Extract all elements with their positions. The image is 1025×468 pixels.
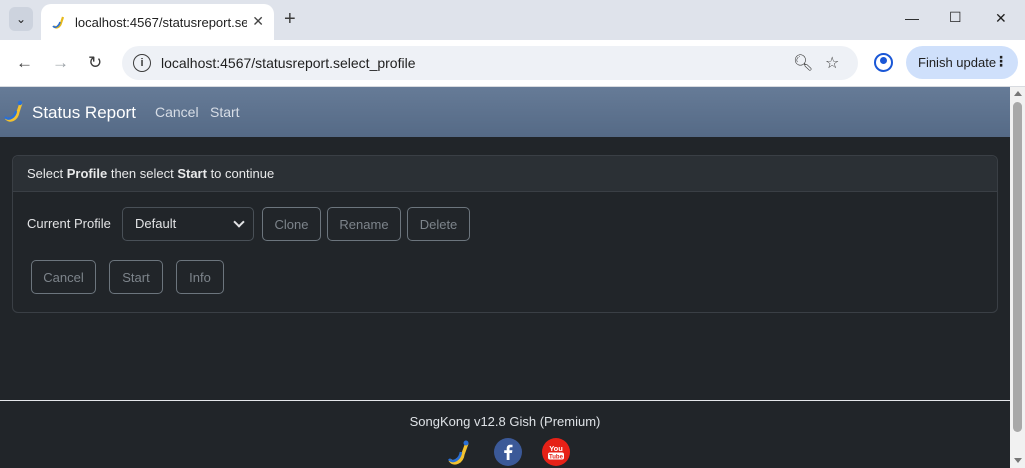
maximize-icon[interactable]: ☐ [949,9,962,26]
youtube-icon[interactable]: You Tube [542,438,570,466]
scroll-thumb[interactable] [1013,102,1022,432]
address-url[interactable]: localhost:4567/statusreport.select_profi… [161,55,415,71]
info-button[interactable]: Info [176,260,224,294]
header-profile-word: Profile [66,166,108,181]
new-tab-icon[interactable]: + [284,8,296,30]
zoom-icon[interactable]: 🔍︎ [793,53,813,73]
songkong-favicon-icon [52,16,65,29]
reload-icon[interactable]: ↻ [88,53,102,73]
more-menu-icon: ⋮ [994,53,1008,69]
profile-select[interactable]: Default [122,207,254,241]
tab-title: localhost:4567/statusreport.sele [75,14,247,30]
scroll-down-icon[interactable] [1014,458,1022,463]
facebook-icon[interactable] [494,438,522,466]
start-button[interactable]: Start [109,260,163,294]
card-header: Select Profile then select Start to cont… [13,156,997,192]
brand-title[interactable]: Status Report [32,103,136,123]
finish-update-button[interactable]: Finish update ⋮ [906,46,1018,79]
header-text-3: to continue [206,166,275,181]
tab-search-chevron-icon[interactable]: ⌄ [9,7,33,31]
rename-button[interactable]: Rename [327,207,401,241]
profile-select-value: Default [135,216,177,231]
delete-button[interactable]: Delete [407,207,470,241]
cancel-button[interactable]: Cancel [31,260,96,294]
app-navbar: Status Report Cancel Start [0,87,1010,137]
current-profile-label: Current Profile [27,216,111,231]
browser-toolbar: ← → ↻ i localhost:4567/statusreport.sele… [0,40,1025,87]
nav-cancel-link[interactable]: Cancel [155,104,199,120]
profile-icon[interactable] [874,53,893,72]
scroll-up-icon[interactable] [1014,91,1022,96]
tab-close-icon[interactable]: ✕ [252,13,264,30]
svg-text:You: You [549,444,563,453]
bookmark-star-icon[interactable]: ☆ [825,53,839,73]
chevron-down-icon [233,216,245,228]
header-start-word: Start [177,166,207,181]
address-bar[interactable]: i localhost:4567/statusreport.select_pro… [122,46,858,80]
close-window-icon[interactable]: ✕ [995,10,1007,27]
page-scrollbar[interactable] [1010,87,1025,468]
footer-version: SongKong v12.8 Gish (Premium) [409,414,601,429]
back-icon[interactable]: ← [16,53,33,73]
browser-tab-bar: ⌄ localhost:4567/statusreport.sele ✕ + —… [0,0,1025,40]
clone-button[interactable]: Clone [262,207,321,241]
nav-start-link[interactable]: Start [210,104,240,120]
site-info-icon[interactable]: i [133,54,151,72]
songkong-logo-icon [4,100,23,122]
forward-icon[interactable]: → [52,53,69,73]
finish-update-label: Finish update [918,55,997,70]
select-profile-card: Select Profile then select Start to cont… [12,155,998,313]
header-text-2: then select [107,166,178,181]
songkong-logo-icon[interactable] [446,438,474,466]
browser-tab[interactable]: localhost:4567/statusreport.sele ✕ [41,4,274,40]
header-text-1: Select [27,166,67,181]
svg-text:Tube: Tube [549,454,564,460]
minimize-icon[interactable]: — [905,10,919,26]
footer-divider [0,400,1010,401]
page: Status Report Cancel Start Select Profil… [0,87,1010,468]
